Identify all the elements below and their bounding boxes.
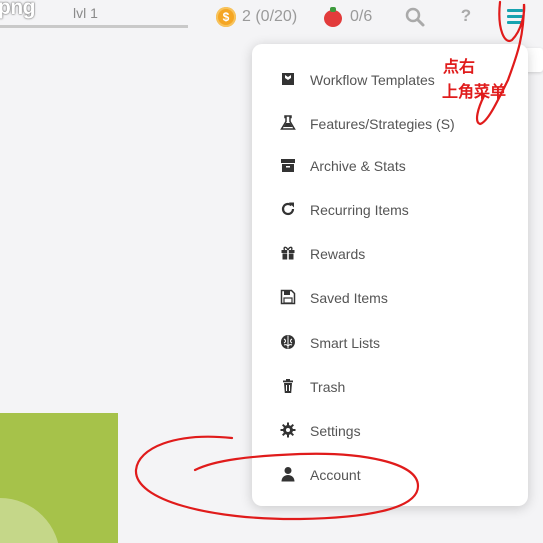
menu-item-trash[interactable]: Trash	[252, 367, 528, 407]
menu-item-rewards[interactable]: Rewards	[252, 234, 528, 274]
image-label: png	[0, 0, 35, 19]
menu-item-archive-stats[interactable]: Archive & Stats	[252, 146, 528, 186]
main-menu-dropdown: Workflow Templates Features/Strategies (…	[252, 44, 528, 506]
annotation-text-line1: 点右	[443, 57, 476, 76]
menu-item-label: Trash	[310, 379, 346, 395]
menu-item-label: Saved Items	[310, 290, 388, 306]
menu-button[interactable]	[504, 5, 526, 29]
coin-count: 2 (0/20)	[242, 8, 298, 25]
brain-icon	[280, 334, 296, 350]
menu-item-label: Rewards	[310, 246, 366, 262]
search-button[interactable]	[404, 6, 426, 28]
green-card	[0, 413, 118, 543]
search-icon	[405, 7, 425, 27]
coin-icon: $	[216, 7, 236, 27]
menu-item-label: Features/Strategies (S)	[310, 116, 455, 132]
menu-item-settings[interactable]: Settings	[252, 411, 528, 451]
menu-item-label: Recurring Items	[310, 202, 409, 218]
gear-icon	[280, 422, 296, 438]
tomato-count: 0/6	[350, 8, 373, 25]
menu-item-label: Account	[310, 467, 361, 483]
menu-item-label: Settings	[310, 423, 361, 439]
menu-item-saved-items[interactable]: Saved Items	[252, 278, 528, 318]
menu-item-account[interactable]: Account	[252, 455, 528, 495]
refresh-icon	[280, 201, 296, 217]
hamburger-icon	[507, 9, 523, 12]
menu-item-label: Archive & Stats	[310, 158, 406, 174]
annotation-text-line2: 上角菜单	[442, 82, 507, 101]
help-button[interactable]: ?	[455, 6, 477, 28]
tomato-icon	[324, 7, 342, 27]
flask-icon	[280, 115, 296, 131]
menu-item-smart-lists[interactable]: Smart Lists	[252, 323, 528, 363]
level-indicator: lvl 1	[73, 5, 98, 21]
template-icon	[280, 71, 296, 87]
xp-progress-bar	[0, 25, 188, 28]
gift-icon	[280, 245, 296, 261]
menu-item-label: Smart Lists	[310, 335, 381, 351]
floppy-icon	[280, 289, 296, 305]
archive-icon	[280, 157, 296, 173]
menu-item-label: Workflow Templates	[310, 72, 435, 88]
trash-icon	[280, 378, 296, 394]
menu-item-recurring-items[interactable]: Recurring Items	[252, 190, 528, 230]
menu-item-features-strategies[interactable]: Features/Strategies (S)	[252, 104, 528, 144]
user-icon	[280, 466, 296, 482]
top-bar: png lvl 1 $ 2 (0/20) 0/6 ?	[0, 0, 543, 38]
